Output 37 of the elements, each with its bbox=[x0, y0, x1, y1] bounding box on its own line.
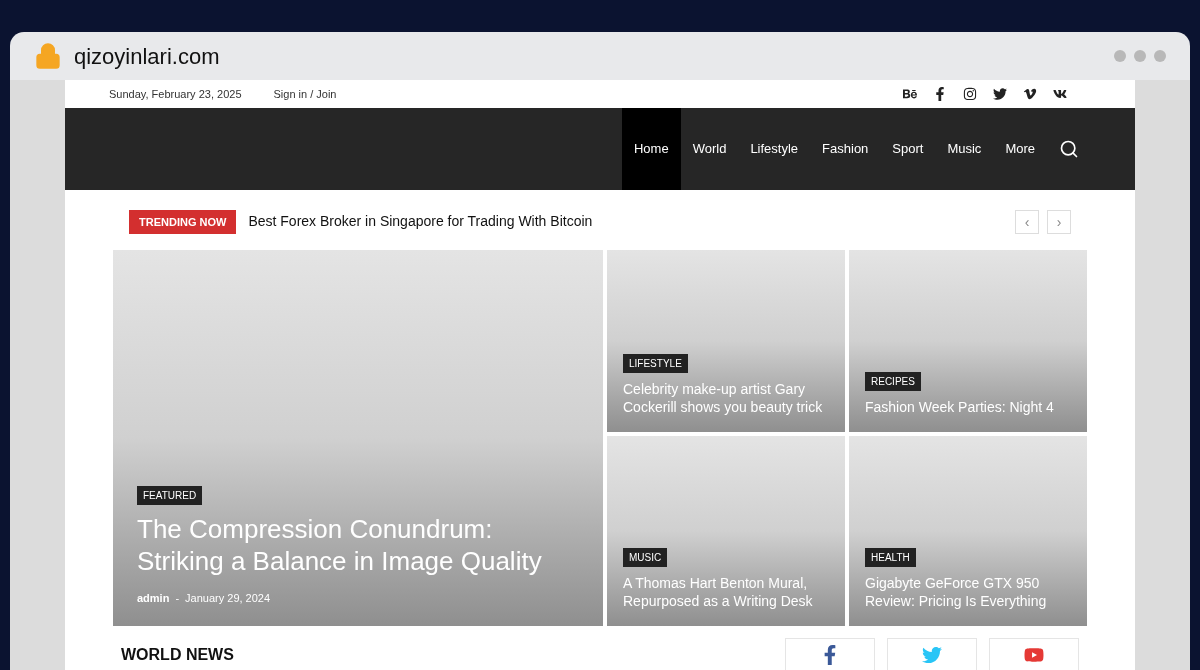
category-tag[interactable]: HEALTH bbox=[865, 548, 916, 567]
address-text[interactable]: qizoyinlari.com bbox=[74, 39, 220, 73]
section-heading: WORLD NEWS bbox=[121, 645, 234, 665]
article-card[interactable]: RECIPES Fashion Week Parties: Night 4 bbox=[849, 250, 1087, 432]
previous-button[interactable]: ‹ bbox=[1015, 209, 1039, 234]
sign-in-link[interactable]: Sign in / Join bbox=[273, 85, 337, 103]
nav-item[interactable]: Home bbox=[622, 108, 681, 190]
vimeo-icon[interactable] bbox=[1023, 87, 1037, 102]
nav-item[interactable]: Fashion bbox=[810, 108, 881, 190]
trending-badge: TRENDING NOW bbox=[129, 209, 237, 234]
facebook-icon[interactable] bbox=[933, 87, 947, 102]
nav-item[interactable]: Music bbox=[935, 108, 994, 190]
category-tag[interactable]: RECIPES bbox=[865, 371, 921, 391]
instagram-icon[interactable] bbox=[963, 87, 977, 102]
article-card[interactable]: MUSIC A Thomas Hart Benton Mural, Repurposed as a Writing Desk bbox=[607, 436, 845, 626]
category-tag[interactable]: LIFESTYLE bbox=[623, 354, 688, 373]
date-text: Sunday, February 23, 2025 bbox=[109, 86, 242, 102]
youtube-button[interactable] bbox=[989, 638, 1079, 670]
facebook-button[interactable] bbox=[785, 638, 875, 670]
next-button[interactable]: › bbox=[1047, 209, 1071, 234]
separator: - bbox=[175, 590, 180, 606]
twitter-icon bbox=[922, 645, 942, 665]
nav-item[interactable]: More bbox=[993, 108, 1047, 190]
category-tag[interactable]: FEATURED bbox=[137, 485, 203, 505]
article-card[interactable]: HEALTH Gigabyte GeForce GTX 950 Review: Pricing Is Everything bbox=[849, 436, 1087, 626]
category-tag[interactable]: MUSIC bbox=[623, 548, 668, 567]
article-card[interactable]: FEATURED The Compression Conundrum: Striking a Balance in Image Quality admin - January 29, 2024 bbox=[113, 250, 603, 626]
nav-item[interactable]: Sport bbox=[880, 108, 936, 190]
trending-headline[interactable]: Best Forex Broker in Singapore for Trading With Bitcoin bbox=[248, 211, 593, 233]
twitter-icon[interactable] bbox=[993, 87, 1007, 102]
post-date: January 29, 2024 bbox=[185, 590, 271, 606]
youtube-icon bbox=[1024, 645, 1044, 665]
article-card[interactable]: LIFESTYLE Celebrity make-up artist Gary Cockerill shows you beauty trick bbox=[607, 250, 845, 432]
lock-icon bbox=[34, 42, 62, 70]
nav-item[interactable]: Lifestyle bbox=[738, 108, 811, 190]
nav-item[interactable]: World bbox=[680, 108, 739, 190]
search-icon[interactable] bbox=[1059, 138, 1079, 159]
